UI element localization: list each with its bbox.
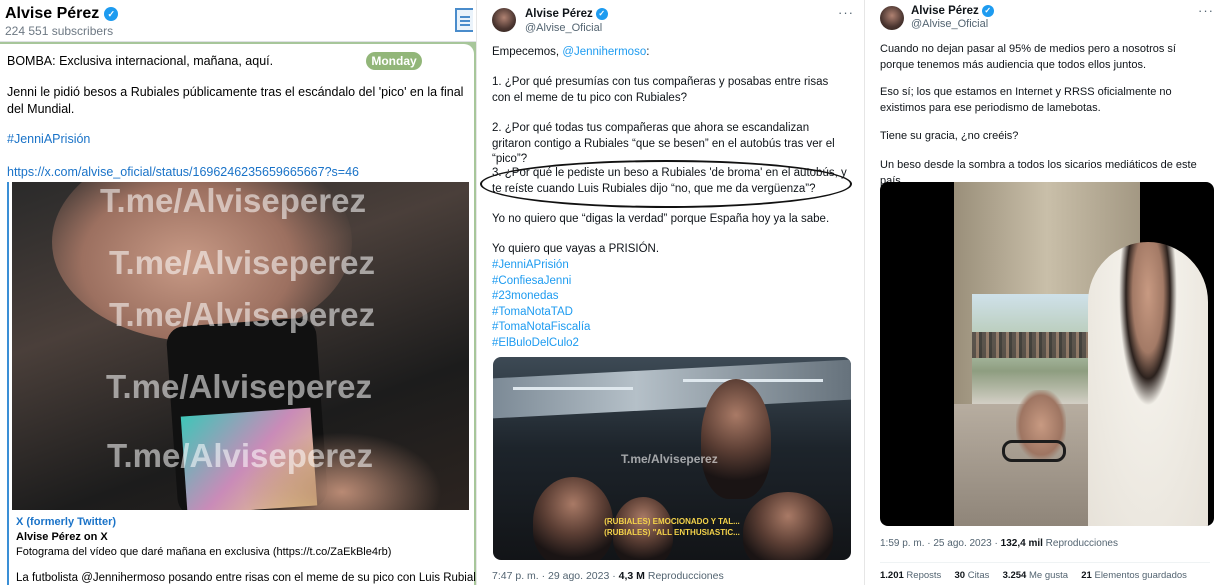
tweet-paragraph-4: Yo no quiero que “digas la verdad” porqu…: [492, 213, 830, 225]
hand-drawn-circle: [480, 160, 852, 208]
view-count: 4,3 M: [618, 570, 645, 582]
tweet-paragraph-1: Cuando no dejan pasar al 95% de medios p…: [880, 43, 1176, 71]
timestamp-text: 1:59 p. m. · 25 ago. 2023 ·: [880, 538, 1001, 549]
view-count: 132,4 mil: [1000, 538, 1043, 549]
reposts-stat[interactable]: 1.201 Reposts: [880, 570, 941, 581]
person-shape: [701, 379, 771, 499]
timestamp-text: 7:47 p. m. · 29 ago. 2023 ·: [492, 570, 619, 582]
link-preview-title: Alvise Pérez on X: [16, 531, 108, 543]
reposts-label: Reposts: [903, 570, 942, 581]
bus-ceiling-light: [513, 387, 633, 390]
likes-stat[interactable]: 3.254 Me gusta: [1003, 570, 1069, 581]
avatar[interactable]: [880, 6, 904, 30]
saves-stat[interactable]: 21 Elementos guardados: [1081, 570, 1187, 581]
quotes-stat[interactable]: 30 Citas: [954, 570, 989, 581]
subscriber-count: 224 551 subscribers: [5, 24, 114, 38]
image-watermark: T.me/Alviseperez: [109, 244, 375, 281]
tweet-video[interactable]: [880, 182, 1214, 526]
more-options-icon[interactable]: ···: [1198, 3, 1214, 18]
sidebar-toggle-icon[interactable]: [455, 8, 473, 32]
tweet-video[interactable]: T.me/Alviseperez (RUBIALES) EMOCIONADO Y…: [493, 357, 851, 560]
link-preview-source[interactable]: X (formerly Twitter): [16, 516, 116, 528]
tweet-paragraph-5: Yo quiero que vayas a PRISIÓN.: [492, 243, 660, 255]
image-watermark: T.me/Alviseperez: [106, 368, 372, 405]
person-shape: [743, 492, 833, 560]
image-watermark: T.me/Alviseperez: [107, 437, 373, 474]
tweet-author-name[interactable]: Alvise Pérez ✓: [525, 8, 608, 20]
author-name-text: Alvise Pérez: [525, 8, 593, 20]
hashtag-link[interactable]: #JenniAPrisión: [492, 258, 848, 274]
image-watermark: T.me/Alviseperez: [109, 296, 375, 333]
image-watermark: T.me/Alviseperez: [100, 182, 366, 219]
link-preview-text: La futbolista @Jennihermoso posando entr…: [16, 572, 476, 584]
tweet-author-handle[interactable]: @Alvise_Oficial: [525, 22, 602, 34]
author-name-text: Alvise Pérez: [911, 5, 979, 17]
likes-label: Me gusta: [1026, 570, 1069, 581]
verified-badge-icon: ✓: [981, 5, 994, 17]
quotes-count: 30: [954, 570, 966, 581]
channel-title: Alvise Pérez ✓: [5, 5, 119, 23]
verified-badge-icon: ✓: [595, 8, 608, 20]
tweet-question-1: 1. ¿Por qué presumías con tus compañeras…: [492, 76, 829, 104]
tweet-paragraph-2: Eso sí; los que estamos en Internet y RR…: [880, 86, 1172, 114]
more-options-icon[interactable]: ···: [838, 5, 854, 20]
reposts-count: 1.201: [880, 570, 904, 581]
tweet-hashtags: #JenniAPrisión #ConfiesaJenni #23monedas…: [492, 258, 848, 351]
sunglasses-shape: [1002, 440, 1066, 462]
video-subtitle-1: (RUBIALES) EMOCIONADO Y TAL...: [604, 517, 740, 526]
intro-text: Empecemos,: [492, 46, 563, 58]
channel-header[interactable]: Alvise Pérez ✓ 224 551 subscribers: [0, 0, 476, 42]
view-label: Reproducciones: [1042, 538, 1118, 549]
hashtag-link[interactable]: #TomaNotaFiscalía: [492, 320, 848, 336]
mention-link[interactable]: @Jennihermoso: [562, 46, 646, 58]
link-preview-image[interactable]: T.me/Alviseperez T.me/Alviseperez T.me/A…: [12, 182, 469, 510]
message-line-1: BOMBA: Exclusiva internacional, mañana, …: [7, 54, 274, 68]
bus-ceiling-light: [683, 379, 823, 382]
day-badge: Monday: [366, 52, 422, 70]
tweet-timestamp[interactable]: 1:59 p. m. · 25 ago. 2023 · 132,4 mil Re…: [880, 538, 1118, 549]
tweet-paragraph-3: Tiene su gracia, ¿no creéis?: [880, 130, 1019, 142]
video-subtitle-2: (RUBIALES) "ALL ENTHUSIASTIC...: [604, 528, 740, 537]
link-preview-description: Fotograma del vídeo que daré mañana en e…: [16, 546, 392, 558]
saves-label: Elementos guardados: [1091, 570, 1187, 581]
verified-badge-icon: ✓: [104, 7, 119, 21]
tweet-intro: Empecemos, @Jennihermoso:: [492, 45, 848, 61]
message-hashtag[interactable]: #JenniAPrisión: [7, 131, 90, 148]
quotes-label: Citas: [965, 570, 990, 581]
avatar[interactable]: [492, 8, 516, 32]
hashtag-link[interactable]: #23monedas: [492, 289, 848, 305]
likes-count: 3.254: [1002, 570, 1027, 581]
message-link[interactable]: https://x.com/alvise_oficial/status/1696…: [7, 164, 359, 181]
channel-name: Alvise Pérez: [5, 5, 100, 22]
tweet-timestamp[interactable]: 7:47 p. m. · 29 ago. 2023 · 4,3 M Reprod…: [492, 570, 724, 582]
saves-count: 21: [1081, 570, 1092, 581]
message-line-2: Jenni le pidió besos a Rubiales públicam…: [7, 85, 464, 116]
divider: [880, 562, 1210, 563]
tweet-author-handle[interactable]: @Alvise_Oficial: [911, 18, 988, 30]
telegram-panel: Alvise Pérez ✓ 224 551 subscribers Monda…: [0, 0, 476, 585]
tweet-stats: 1.201 Reposts 30 Citas 3.254 Me gusta 21…: [880, 570, 1187, 581]
hashtag-link[interactable]: #ElBuloDelCulo2: [492, 336, 848, 352]
view-label: Reproducciones: [644, 570, 724, 582]
person-shape: [1088, 242, 1208, 526]
video-watermark: T.me/Alviseperez: [621, 452, 718, 466]
hashtag-link[interactable]: #ConfiesaJenni: [492, 274, 848, 290]
hashtag-link[interactable]: #TomaNotaTAD: [492, 305, 848, 321]
tweet-author-name[interactable]: Alvise Pérez ✓: [911, 5, 994, 17]
intro-colon: :: [646, 46, 650, 58]
link-preview-bar: [7, 182, 9, 585]
